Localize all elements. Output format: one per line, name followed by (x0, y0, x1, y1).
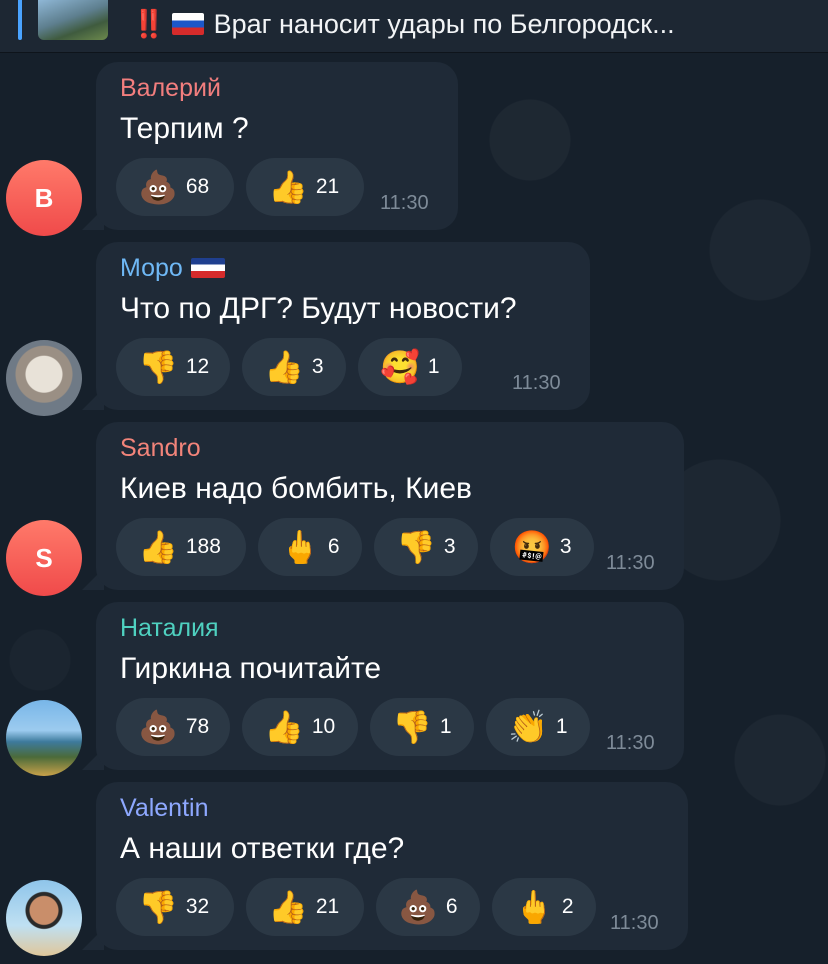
reaction-count: 21 (315, 175, 340, 198)
message-text: А наши ответки где? (120, 832, 405, 865)
avatar[interactable]: В (6, 160, 82, 236)
sender-name[interactable]: Валерий (120, 74, 221, 103)
russia-flag-icon (171, 13, 204, 35)
message-time: 11:30 (380, 192, 429, 214)
reaction-count: 21 (315, 895, 340, 918)
reaction-poop[interactable]: 💩 68 (116, 158, 234, 216)
pinned-indicator (18, 0, 22, 40)
sender-name[interactable]: Наталия (120, 614, 219, 643)
avatar[interactable] (6, 880, 82, 956)
poop-icon: 💩 (138, 168, 178, 206)
reaction-count: 1 (555, 715, 568, 738)
sender-name[interactable]: Моро (120, 254, 225, 283)
pinned-message-bar[interactable]: ‼️ Враг наносит удары по Белгородск... (0, 0, 828, 53)
reaction-poop[interactable]: 💩 6 (376, 878, 480, 936)
reactions-row: 💩 68 👍 21 (116, 158, 364, 216)
pinned-thumbnail (38, 0, 108, 40)
middle-finger-icon: 🖕 (280, 528, 320, 566)
reaction-smiling-face-hearts[interactable]: 🥰 1 (358, 338, 462, 396)
avatar[interactable] (6, 340, 82, 416)
double-exclamation-icon: ‼️ (132, 9, 166, 39)
reaction-count: 6 (327, 535, 340, 558)
thumbs-up-icon: 👍 (264, 708, 304, 746)
message-time: 11:30 (610, 912, 659, 934)
message-bubble: Sandro Киев надо бомбить, Киев 👍 188 🖕 6 👎… (96, 422, 684, 590)
reaction-count: 1 (439, 715, 452, 738)
message-time: 11:30 (512, 372, 561, 394)
reactions-row: 👎 32 👍 21 💩 6 🖕 2 (116, 878, 596, 936)
pinned-title: Враг наносит удары по Белгородск... (213, 9, 675, 39)
reaction-count: 188 (185, 535, 221, 558)
clapping-hands-icon: 👏 (508, 708, 548, 746)
reaction-count: 12 (185, 355, 210, 378)
message-text: Гиркина почитайте (120, 652, 382, 685)
message-bubble: Моро Что по ДРГ? Будут новости? 👎 12 👍 3 🥰… (96, 242, 590, 410)
reaction-thumbs-down[interactable]: 👎 1 (370, 698, 474, 756)
reaction-count: 3 (311, 355, 324, 378)
message-time: 11:30 (606, 552, 655, 574)
reaction-poop[interactable]: 💩 78 (116, 698, 230, 756)
message-bubble: Валерий Терпим ? 💩 68 👍 21 11:30 (96, 62, 458, 230)
pinned-message-text: ‼️ Враг наносит удары по Белгородск... (132, 8, 675, 40)
poop-icon: 💩 (398, 888, 438, 926)
avatar-letter: S (35, 542, 53, 573)
reaction-count: 10 (311, 715, 336, 738)
reaction-count: 6 (445, 895, 458, 918)
reaction-count: 78 (185, 715, 210, 738)
reaction-thumbs-up[interactable]: 👍 21 (246, 878, 364, 936)
sender-name[interactable]: Valentin (120, 794, 209, 823)
sender-label: Моро (120, 254, 183, 282)
message-bubble: Valentin А наши ответки где? 👎 32 👍 21 💩 6 … (96, 782, 688, 950)
message-text: Киев надо бомбить, Киев (120, 472, 472, 505)
thumbs-down-icon: 👎 (138, 888, 178, 926)
message-bubble: Наталия Гиркина почитайте 💩 78 👍 10 👎 1 👏 1 … (96, 602, 684, 770)
thumbs-down-icon: 👎 (392, 708, 432, 746)
reaction-thumbs-down[interactable]: 👎 32 (116, 878, 234, 936)
thumbs-up-icon: 👍 (268, 888, 308, 926)
reaction-count: 3 (559, 535, 572, 558)
avatar[interactable]: S (6, 520, 82, 596)
thumbs-up-icon: 👍 (264, 348, 304, 386)
reaction-thumbs-up[interactable]: 👍 3 (242, 338, 346, 396)
reaction-count: 68 (185, 175, 210, 198)
reactions-row: 💩 78 👍 10 👎 1 👏 1 (116, 698, 590, 756)
thumbs-up-icon: 👍 (268, 168, 308, 206)
reaction-thumbs-up[interactable]: 👍 188 (116, 518, 246, 576)
reaction-thumbs-down[interactable]: 👎 12 (116, 338, 230, 396)
sender-name[interactable]: Sandro (120, 434, 201, 463)
reaction-thumbs-down[interactable]: 👎 3 (374, 518, 478, 576)
middle-finger-icon: 🖕 (514, 888, 554, 926)
message-text: Терпим ? (120, 112, 249, 145)
reaction-count: 3 (443, 535, 456, 558)
reaction-clapping-hands[interactable]: 👏 1 (486, 698, 590, 756)
poop-icon: 💩 (138, 708, 178, 746)
avatar[interactable] (6, 700, 82, 776)
reaction-count: 1 (427, 355, 440, 378)
reaction-thumbs-up[interactable]: 👍 10 (242, 698, 358, 756)
reactions-row: 👎 12 👍 3 🥰 1 (116, 338, 462, 396)
reaction-thumbs-up[interactable]: 👍 21 (246, 158, 364, 216)
message-text: Что по ДРГ? Будут новости? (120, 292, 517, 325)
reaction-count: 32 (185, 895, 210, 918)
message-time: 11:30 (606, 732, 655, 754)
reaction-middle-finger[interactable]: 🖕 6 (258, 518, 362, 576)
reaction-middle-finger[interactable]: 🖕 2 (492, 878, 596, 936)
avatar-letter: В (34, 182, 54, 213)
thumbs-down-icon: 👎 (138, 348, 178, 386)
reaction-cursing-face[interactable]: 🤬 3 (490, 518, 594, 576)
flag-icon (190, 258, 225, 278)
reaction-count: 2 (561, 895, 574, 918)
smiling-face-hearts-icon: 🥰 (380, 348, 420, 386)
thumbs-down-icon: 👎 (396, 528, 436, 566)
cursing-face-icon: 🤬 (512, 528, 552, 566)
reactions-row: 👍 188 🖕 6 👎 3 🤬 3 (116, 518, 594, 576)
thumbs-up-icon: 👍 (138, 528, 178, 566)
